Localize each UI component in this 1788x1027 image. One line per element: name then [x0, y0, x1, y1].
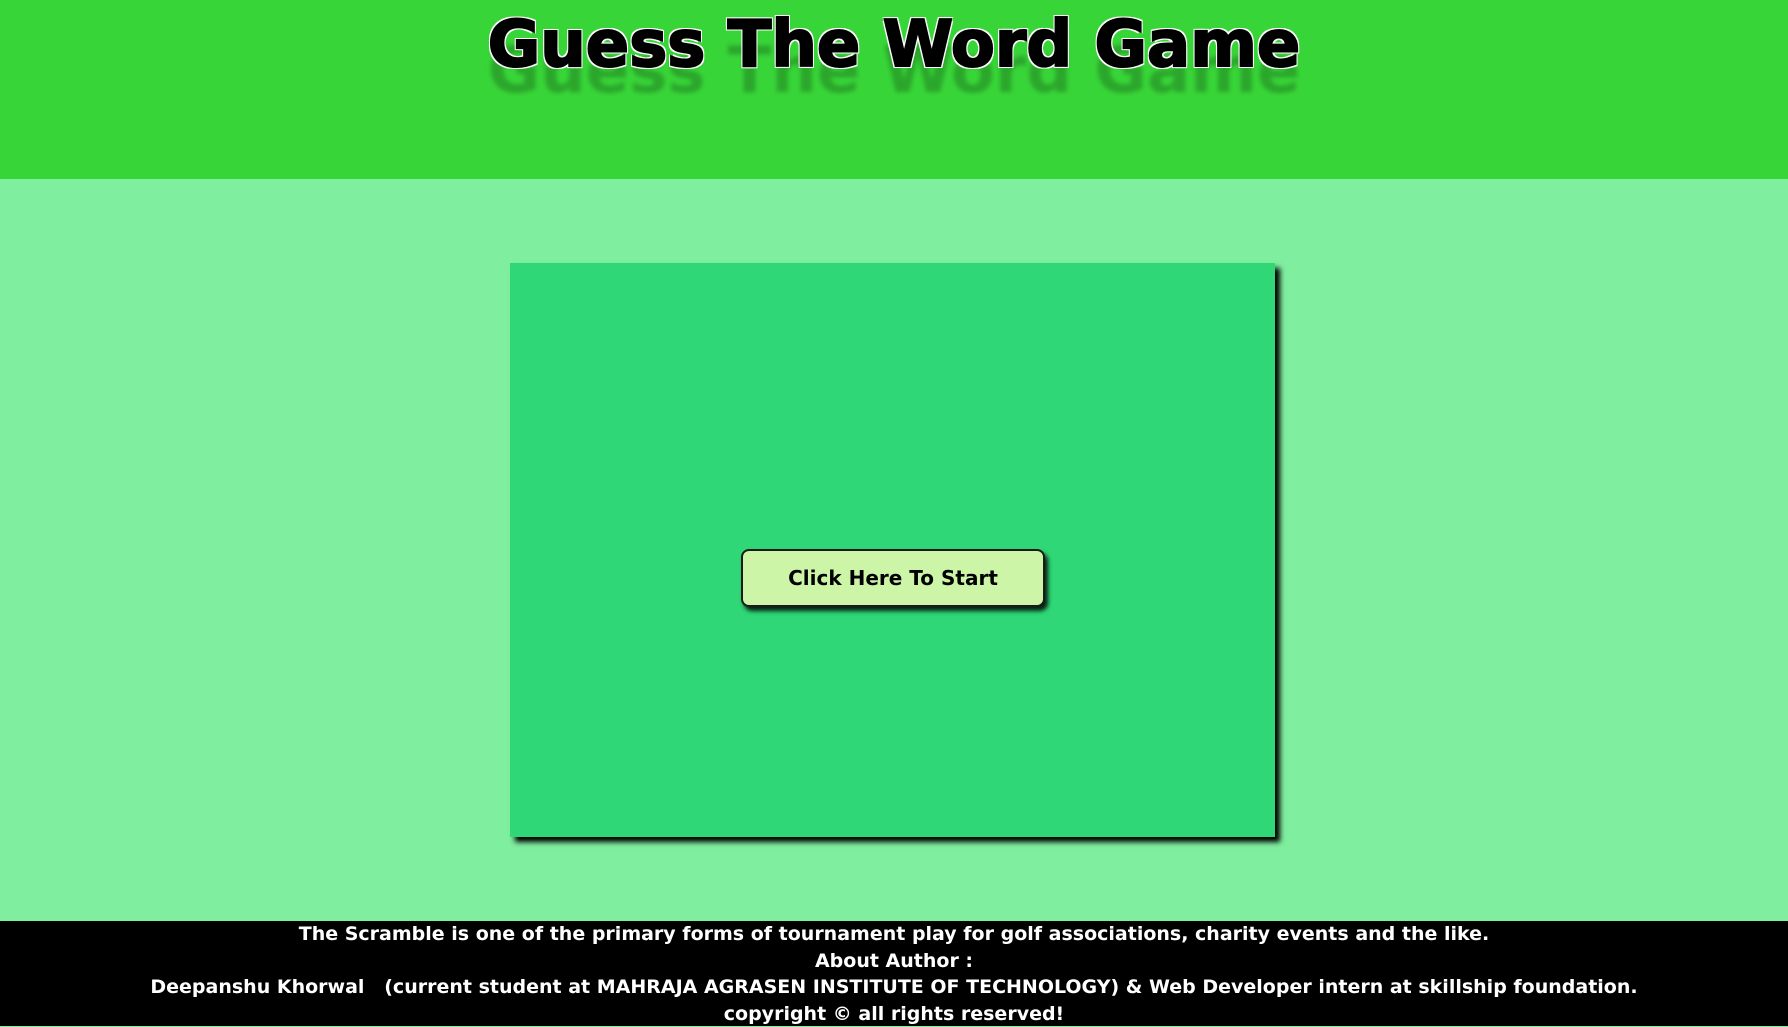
footer-description: The Scramble is one of the primary forms…: [0, 921, 1788, 948]
header-bar: Guess The Word Game: [0, 0, 1788, 179]
game-container: Click Here To Start: [510, 263, 1275, 837]
footer-about-heading: About Author :: [0, 948, 1788, 975]
start-game-button[interactable]: Click Here To Start: [741, 549, 1045, 607]
footer: The Scramble is one of the primary forms…: [0, 921, 1788, 1026]
footer-copyright: copyright © all rights reserved!: [0, 1001, 1788, 1027]
footer-author-info: Deepanshu Khorwal (current student at MA…: [0, 974, 1788, 1001]
page-title: Guess The Word Game: [0, 8, 1788, 82]
